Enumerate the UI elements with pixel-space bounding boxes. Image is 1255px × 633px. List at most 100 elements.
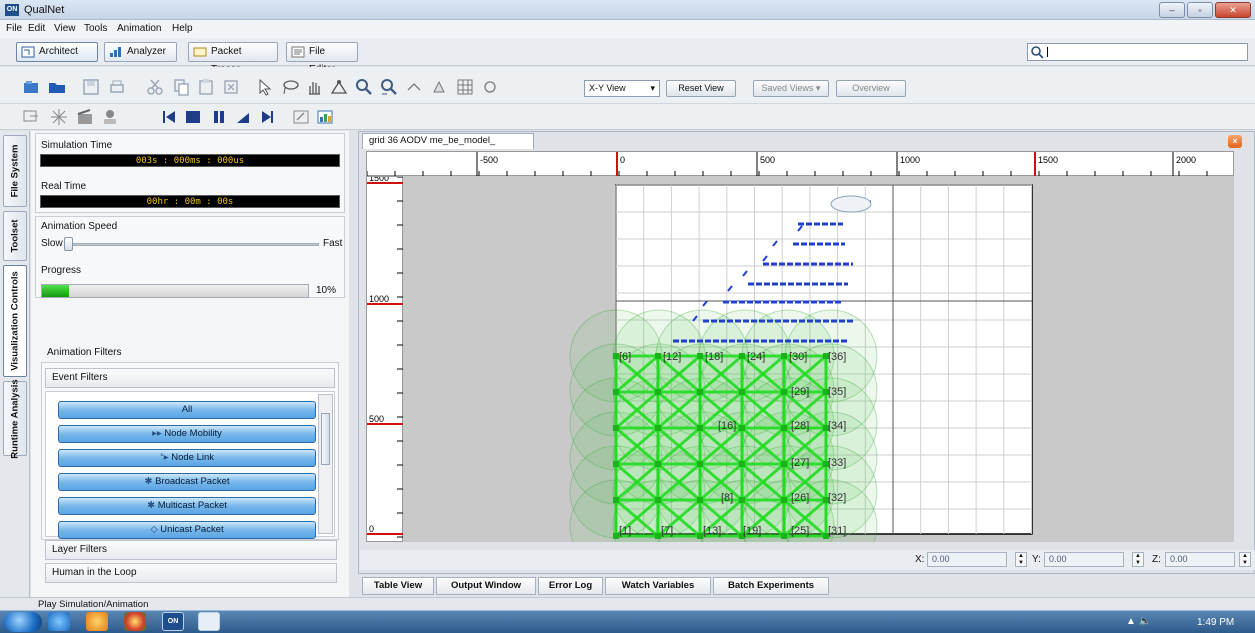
pan-hand-icon[interactable] [305, 78, 323, 96]
menu-tools[interactable]: Tools [84, 23, 107, 34]
x-coord-field[interactable]: 0.00 [927, 552, 1007, 567]
rotate-view-icon[interactable] [330, 78, 348, 96]
tab-batch-experiments[interactable]: Batch Experiments [713, 577, 829, 595]
filter-node-mobility-button[interactable]: ▸▸ Node Mobility [58, 425, 316, 443]
zoom-in-icon[interactable] [355, 78, 373, 96]
close-scenario-icon[interactable]: × [1228, 135, 1242, 148]
slow-label: Slow [41, 238, 63, 249]
menu-help[interactable]: Help [172, 23, 193, 34]
save-icon[interactable] [82, 78, 100, 96]
edit-chart-icon[interactable] [292, 108, 310, 126]
settings-view-icon[interactable] [481, 78, 499, 96]
side-tab-visualization-controls[interactable]: Visualization Controls [3, 265, 27, 377]
speed-slider-thumb[interactable] [64, 237, 73, 251]
ie-icon[interactable] [48, 612, 70, 631]
filter-node-link-button[interactable]: °▸ Node Link [58, 449, 316, 467]
search-input[interactable] [1027, 43, 1248, 61]
burst-icon[interactable] [50, 108, 68, 126]
taskbar [0, 610, 1255, 633]
word-icon[interactable] [198, 612, 220, 631]
vlc-icon[interactable] [86, 612, 108, 631]
node-label: [1] [619, 525, 631, 537]
minimize-button[interactable]: – [1159, 2, 1185, 18]
copy-icon[interactable] [172, 78, 190, 96]
app-logo-icon: ON [5, 4, 19, 16]
start-button[interactable] [4, 612, 42, 632]
real-time-label: Real Time [41, 181, 87, 192]
close-window-button[interactable]: ✕ [1215, 2, 1251, 18]
tab-file-editor[interactable]: File Editor [286, 42, 358, 75]
pause-icon[interactable] [210, 108, 228, 126]
stats-chart-icon[interactable] [316, 108, 334, 126]
open-folder-icon[interactable] [48, 78, 66, 96]
side-tab-toolset[interactable]: Toolset [3, 211, 27, 261]
saved-views-button[interactable]: Saved Views ▾ [753, 80, 829, 97]
speed-slider-track[interactable] [64, 243, 319, 246]
cut-icon[interactable] [146, 78, 164, 96]
scenario-canvas[interactable]: [6] [12] [18] [24] [30] [36] [35] [29] [28] [34] [… [403, 176, 1234, 542]
tab-table-view[interactable]: Table View [362, 577, 434, 595]
x-coord-label: X: [915, 554, 925, 565]
tab-analyzer[interactable]: Analyzer [104, 42, 177, 62]
chrome-icon[interactable] [124, 612, 146, 631]
rewind-icon[interactable] [160, 108, 178, 126]
node-label: [24] [747, 351, 765, 363]
event-filters-header[interactable]: Event Filters [45, 368, 335, 388]
qualnet-taskbar-icon[interactable]: ON [162, 612, 184, 631]
side-tab-runtime-analysis[interactable]: Runtime Analysis [3, 379, 27, 458]
select-pointer-icon[interactable] [256, 78, 274, 96]
tab-packet-tracer[interactable]: Packet Tracer [188, 42, 278, 75]
node-icon [739, 461, 745, 467]
reset-view-button[interactable]: Reset View [666, 80, 736, 97]
filter-broadcast-packet-button[interactable]: ✱ Broadcast Packet [58, 473, 316, 491]
paste-icon[interactable] [197, 78, 215, 96]
filter-icon: °▸ [160, 452, 172, 463]
filter-all-button[interactable]: All [58, 401, 316, 419]
tab-error-log[interactable]: Error Log [538, 577, 603, 595]
x-spinner[interactable]: ▲ ▼ [1015, 552, 1027, 567]
y-coord-field[interactable]: 0.00 [1044, 552, 1124, 567]
step-icon[interactable] [234, 108, 252, 126]
filter-unicast-packet-button[interactable]: ◇ Unicast Packet [58, 521, 316, 539]
view-select[interactable]: X-Y View ▾ [584, 80, 660, 97]
play-icon[interactable] [258, 108, 276, 126]
node-icon [697, 497, 703, 503]
export-icon[interactable] [22, 108, 40, 126]
file-editor-icon [291, 46, 305, 58]
tab-architect[interactable]: Architect [16, 42, 98, 62]
stop-icon[interactable] [184, 108, 202, 126]
clock: 1:49 PM [1197, 617, 1235, 628]
side-tab-file-system[interactable]: File System [3, 135, 27, 207]
z-coord-field[interactable]: 0.00 [1165, 552, 1235, 567]
side-tab-toolset-label: Toolset [9, 219, 21, 253]
grid-icon[interactable] [456, 78, 474, 96]
zoom-out-icon[interactable] [380, 78, 398, 96]
y-coord-label: Y: [1032, 554, 1041, 565]
filters-scrollbar[interactable] [318, 394, 333, 534]
clapper-icon[interactable] [76, 108, 94, 126]
link-nodes-icon[interactable] [405, 78, 423, 96]
record-icon[interactable] [101, 108, 119, 126]
new-icon[interactable] [22, 78, 40, 96]
menu-file[interactable]: File [6, 23, 22, 34]
tab-output-window[interactable]: Output Window [436, 577, 536, 595]
node-icon [781, 533, 787, 539]
print-icon[interactable] [108, 78, 126, 96]
y-spinner[interactable]: ▲ ▼ [1132, 552, 1144, 567]
human-in-the-loop-header[interactable]: Human in the Loop [45, 563, 337, 583]
menu-view[interactable]: View [54, 23, 76, 34]
scenario-tab[interactable]: grid 36 AODV me_be_model_ [362, 133, 534, 149]
menu-edit[interactable]: Edit [28, 23, 45, 34]
filter-multicast-packet-button[interactable]: ✱ Multicast Packet [58, 497, 316, 515]
node-icon [655, 497, 661, 503]
filters-scroll-thumb[interactable] [321, 413, 330, 465]
z-spinner[interactable]: ▲ ▼ [1239, 552, 1251, 567]
tab-watch-variables[interactable]: Watch Variables [605, 577, 711, 595]
device-icon[interactable] [430, 78, 448, 96]
maximize-button[interactable]: ▫ [1187, 2, 1213, 18]
layer-filters-header[interactable]: Layer Filters [45, 540, 337, 560]
lasso-icon[interactable] [281, 78, 299, 96]
menu-animation[interactable]: Animation [117, 23, 161, 34]
delete-icon[interactable] [222, 78, 240, 96]
overview-button[interactable]: Overview [836, 80, 906, 97]
